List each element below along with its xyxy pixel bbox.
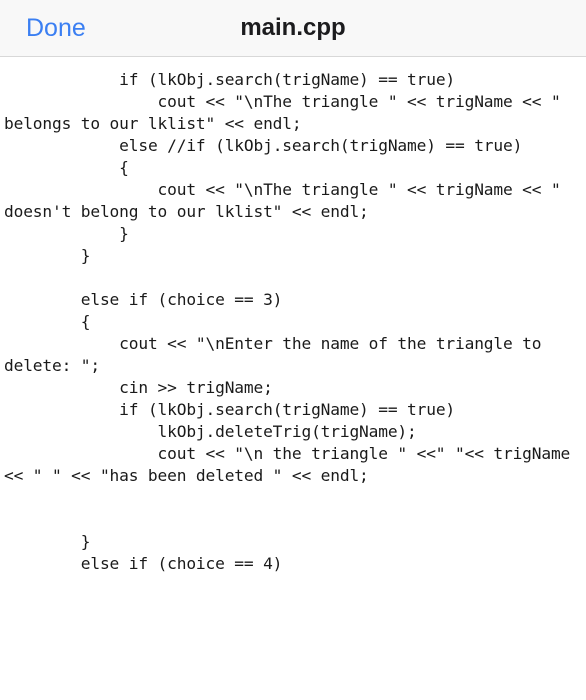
code-scroll-area[interactable]: if (lkObj.search(trigName) == true) cout… (0, 57, 586, 700)
source-code-content: if (lkObj.search(trigName) == true) cout… (4, 70, 571, 573)
page-title: main.cpp (240, 14, 346, 41)
navigation-bar: Done main.cpp (0, 0, 586, 57)
